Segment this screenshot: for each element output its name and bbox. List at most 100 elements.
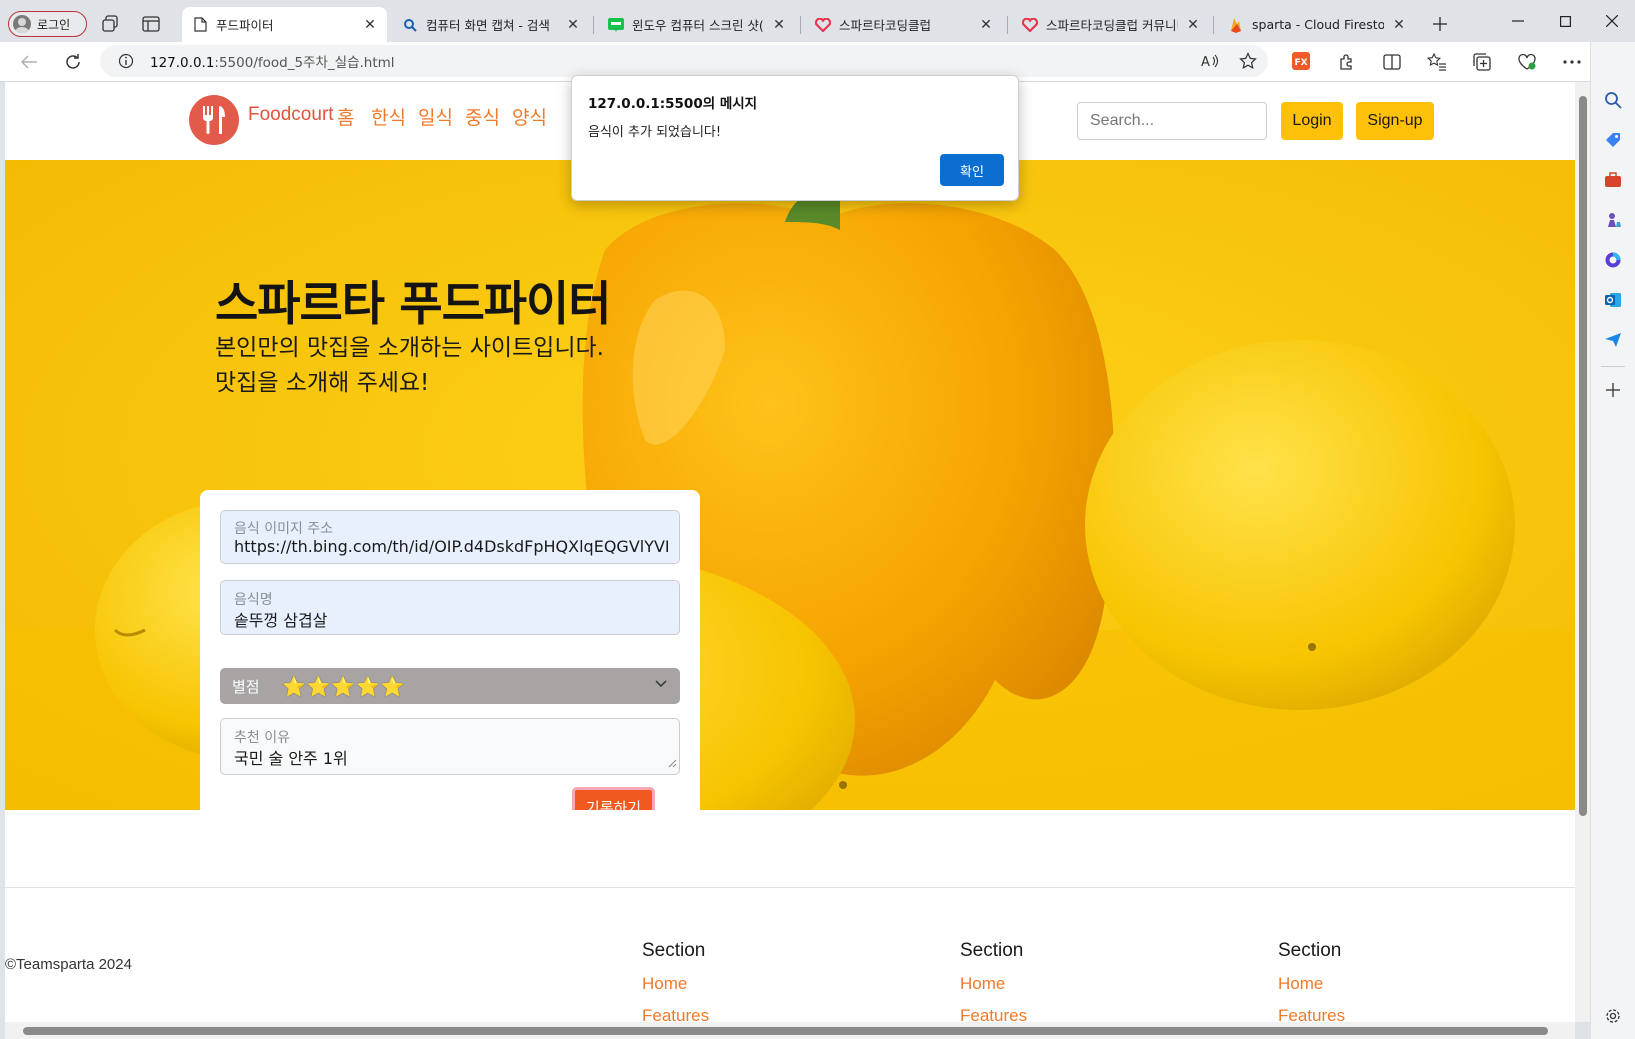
tab-sparta[interactable]: 스파르타코딩클럽 ✕: [805, 7, 1003, 42]
shopping-tag-icon[interactable]: [1603, 130, 1623, 150]
footer-divider: [5, 887, 1575, 888]
search-icon[interactable]: [1603, 90, 1623, 110]
sidebar-divider: [1601, 366, 1625, 367]
footer-link-home[interactable]: Home: [960, 974, 1027, 994]
favorites-list-icon[interactable]: [1426, 51, 1448, 73]
svg-text:A: A: [1201, 55, 1210, 69]
food-name-field[interactable]: 음식명 솥뚜껑 삼겹살: [220, 580, 680, 635]
close-icon[interactable]: ✕: [1392, 17, 1406, 33]
outlook-icon[interactable]: [1603, 290, 1623, 310]
nav-link-korean[interactable]: 한식: [371, 103, 406, 130]
naver-blog-icon: [608, 17, 624, 33]
tab-title: 윈도우 컴퓨터 스크린 샷(3: [632, 18, 764, 33]
tab-sparta-community[interactable]: 스파르타코딩클럽 커뮤니티 ✕: [1012, 7, 1210, 42]
vertical-scroll-thumb[interactable]: [1579, 96, 1587, 816]
horizontal-scroll-thumb[interactable]: [23, 1027, 1548, 1035]
info-icon[interactable]: [118, 53, 134, 69]
close-icon[interactable]: ✕: [772, 17, 786, 33]
footer-section-heading: Section: [960, 940, 1024, 961]
more-menu-icon[interactable]: [1561, 51, 1583, 73]
tab-title: 스파르타코딩클럽: [839, 18, 932, 33]
ext-badge-text: FX: [1295, 58, 1308, 68]
alert-ok-button[interactable]: 확인: [940, 154, 1004, 186]
favorite-star-icon[interactable]: [1238, 51, 1258, 71]
tab-food-fighter[interactable]: 푸드파이터 ✕: [182, 7, 387, 42]
maximize-button[interactable]: [1545, 8, 1585, 34]
back-arrow-icon[interactable]: [18, 51, 40, 73]
browser-essentials-icon[interactable]: [1516, 51, 1538, 73]
horizontal-scrollbar[interactable]: [5, 1022, 1575, 1039]
search-input[interactable]: [1077, 102, 1267, 140]
footer-link-features[interactable]: Features: [642, 1006, 709, 1022]
send-drop-icon[interactable]: [1603, 330, 1623, 350]
tab-search[interactable]: 컴퓨터 화면 캡쳐 - 검색 ✕: [392, 7, 590, 42]
food-name-label: 음식명: [234, 592, 273, 608]
tab-firestore[interactable]: sparta - Cloud Firestore - F ✕: [1218, 7, 1416, 42]
nav-link-chinese[interactable]: 중식: [465, 103, 500, 130]
footer-link-features[interactable]: Features: [1278, 1006, 1345, 1022]
image-url-label: 음식 이미지 주소: [234, 521, 334, 537]
games-chess-icon[interactable]: [1603, 210, 1623, 230]
workspaces-icon[interactable]: [100, 14, 122, 34]
extensions-puzzle-icon[interactable]: [1336, 51, 1358, 73]
read-aloud-icon[interactable]: A: [1200, 51, 1220, 71]
resize-handle-icon[interactable]: [668, 757, 677, 772]
split-screen-icon[interactable]: [1381, 51, 1403, 73]
page-viewport: Foodcourt 홈 한식 일식 중식 양식 Login Sign-up: [5, 82, 1575, 1022]
close-icon[interactable]: ✕: [363, 17, 377, 33]
vertical-scrollbar[interactable]: [1575, 82, 1590, 1022]
profile-button[interactable]: 로그인: [8, 11, 87, 37]
footer-link-home[interactable]: Home: [1278, 974, 1345, 994]
hero-subtitle-line1: 본인만의 맛집을 소개하는 사이트입니다.: [215, 335, 604, 361]
footer-section-1: Section Home Features: [642, 940, 709, 1022]
footer-section-2: Section Home Features: [960, 940, 1027, 1022]
nav-link-home[interactable]: 홈: [337, 103, 354, 130]
nav-link-western[interactable]: 양식: [512, 103, 547, 130]
tab-separator: [1007, 16, 1008, 34]
tab-blog[interactable]: 윈도우 컴퓨터 스크린 샷(3 ✕: [598, 7, 796, 42]
new-tab-button[interactable]: [1428, 12, 1452, 36]
signup-button[interactable]: Sign-up: [1356, 102, 1434, 140]
address-bar[interactable]: 127.0.0.1:5500/food_5주차_실습.html A: [100, 45, 1268, 77]
refresh-icon[interactable]: [62, 51, 84, 73]
brand-name[interactable]: Foodcourt: [248, 104, 334, 126]
image-url-field[interactable]: 음식 이미지 주소 https://th.bing.com/th/id/OIP.…: [220, 510, 680, 564]
copyright-text: ©Teamsparta 2024: [5, 956, 132, 973]
sidebar-settings-icon[interactable]: [1603, 1006, 1623, 1026]
extension-fx-icon[interactable]: FX: [1291, 51, 1311, 71]
sparta-icon: [1022, 17, 1038, 33]
hero-title: 스파르타 푸드파이터: [215, 277, 612, 332]
alert-title: 127.0.0.1:5500의 메시지: [588, 96, 758, 112]
reason-textarea[interactable]: 추천 이유 국민 술 안주 1위: [220, 718, 680, 775]
tab-separator: [593, 16, 594, 34]
footer-link-features[interactable]: Features: [960, 1006, 1027, 1022]
tools-briefcase-icon[interactable]: [1603, 170, 1623, 190]
collections-icon[interactable]: [1471, 51, 1493, 73]
edge-sidebar: [1590, 42, 1635, 1039]
close-icon[interactable]: ✕: [1186, 17, 1200, 33]
close-icon[interactable]: ✕: [979, 17, 993, 33]
alert-dialog: 127.0.0.1:5500의 메시지 음식이 추가 되었습니다! 확인: [571, 75, 1019, 201]
profile-label: 로그인: [37, 17, 71, 32]
close-icon[interactable]: ✕: [566, 17, 580, 33]
avatar-icon: [13, 15, 31, 33]
tab-separator: [800, 16, 801, 34]
microsoft365-icon[interactable]: [1603, 250, 1623, 270]
login-button[interactable]: Login: [1281, 102, 1343, 140]
submit-button[interactable]: 기록하기: [572, 787, 655, 810]
logo-fork-knife-icon[interactable]: [189, 95, 239, 145]
tab-title: 컴퓨터 화면 캡쳐 - 검색: [426, 18, 550, 33]
rating-select[interactable]: 별점 ⭐⭐⭐⭐⭐: [220, 668, 680, 704]
tab-title: sparta - Cloud Firestore - F: [1252, 17, 1384, 32]
footer-link-home[interactable]: Home: [642, 974, 709, 994]
image-url-value: https://th.bing.com/th/id/OIP.d4DskdFpHQ…: [234, 537, 668, 556]
vertical-tabs-icon[interactable]: [140, 14, 162, 34]
tab-separator: [1213, 16, 1214, 34]
minimize-button[interactable]: [1498, 8, 1538, 34]
add-icon[interactable]: [1603, 380, 1623, 400]
firebase-icon: [1228, 17, 1244, 33]
url-host: 127.0.0.1: [150, 55, 215, 71]
rating-label: 별점: [232, 678, 260, 696]
close-window-button[interactable]: [1592, 8, 1632, 34]
nav-link-japanese[interactable]: 일식: [418, 103, 453, 130]
